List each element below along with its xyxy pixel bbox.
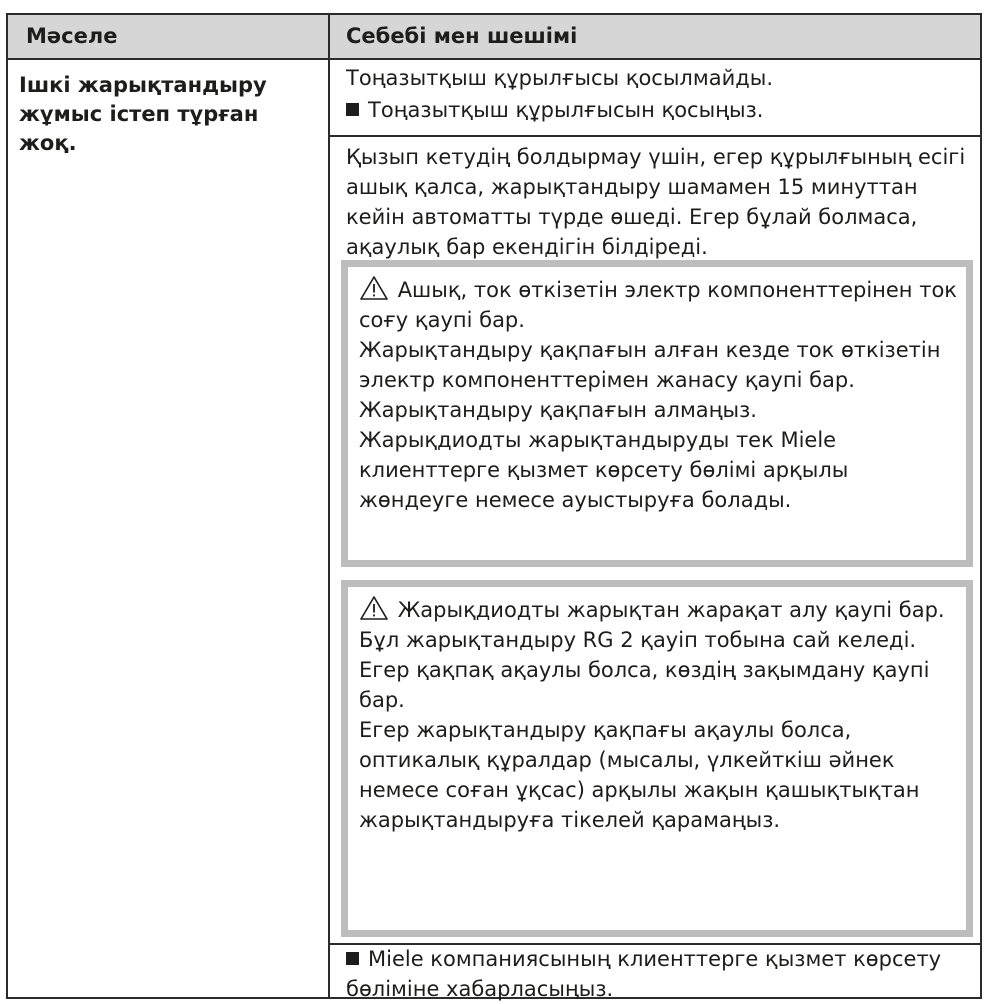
final-action-label: Miele компаниясының клиенттерге қызмет к… (346, 947, 942, 1001)
warning1-p2: Жарықтандыру қақпағын алмаңыз. (359, 398, 757, 422)
bullet-square-icon (346, 103, 359, 116)
cause1-text: Тоңазытқыш құрылғысы қосылмайды. (346, 66, 773, 90)
warning-box-electric: Ашық, ток өткізетін электр компоненттері… (341, 260, 973, 567)
column-divider (328, 15, 330, 997)
warning-box-led: Жарықдиодты жарықтан жарақат алу қаупі б… (341, 580, 973, 937)
header-cause-solution: Себебі мен шешімі (346, 24, 578, 48)
cause1-action-label: Тоңазытқыш құрылғысын қосыңыз. (368, 98, 764, 122)
header-problem: Мәселе (26, 24, 118, 48)
warning1-p1: Жарықтандыру қақпағын алған кезде ток өт… (359, 338, 941, 392)
warning2-title: Жарықдиодты жарықтан жарақат алу қаупі б… (359, 595, 959, 625)
row-divider (330, 135, 980, 137)
warning1-p3: Жарықдиодты жарықтандыруды тек Miele кли… (359, 428, 849, 512)
troubleshooting-table: Мәселе Себебі мен шешімі Ішкі жарықтанды… (6, 13, 982, 1001)
warning1-title: Ашық, ток өткізетін электр компоненттері… (359, 275, 959, 335)
warning2-p3: Егер жарықтандыру қақпағы ақаулы болса, … (359, 718, 920, 832)
problem-text: Ішкі жарықтандыру жұмыс істеп тұрған жоқ… (19, 73, 267, 155)
table-header: Мәселе Себебі мен шешімі (8, 15, 980, 60)
final-action: Miele компаниясының клиенттерге қызмет к… (346, 944, 971, 1004)
warning-triangle-icon (359, 275, 389, 301)
warning2-p1: Бұл жарықтандыру RG 2 қауіп тобына сай к… (359, 628, 917, 652)
warning2-title-text: Жарықдиодты жарықтан жарақат алу қаупі б… (397, 598, 945, 622)
bullet-square-icon (346, 952, 359, 965)
warning-triangle-icon (359, 595, 389, 621)
warning1-title-text: Ашық, ток өткізетін электр компоненттері… (359, 278, 957, 332)
cause2-text: Қызып кетудің болдырмау үшін, егер құрыл… (346, 145, 966, 259)
cause1-action: Тоңазытқыш құрылғысын қосыңыз. (346, 95, 971, 125)
warning2-p2: Егер қақпақ ақаулы болса, көздің зақымда… (359, 658, 930, 712)
